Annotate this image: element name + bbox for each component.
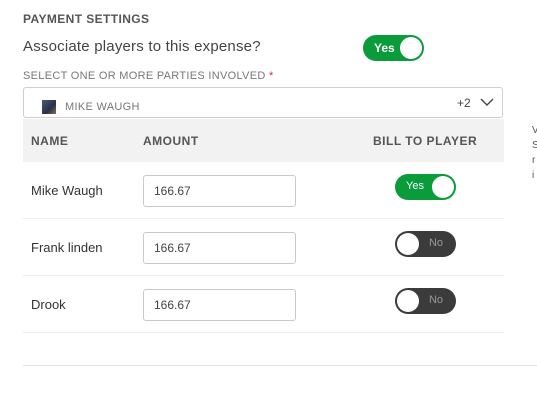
- amount-input[interactable]: [143, 289, 296, 321]
- parties-select[interactable]: MIKE WAUGH +2: [23, 87, 503, 118]
- side-text-fragment: i: [532, 170, 535, 181]
- column-header-name: NAME: [31, 134, 69, 148]
- parties-label: SELECT ONE OR MORE PARTIES INVOLVED *: [23, 70, 274, 82]
- parties-label-text: SELECT ONE OR MORE PARTIES INVOLVED: [23, 70, 266, 82]
- side-text-fragment: V: [532, 125, 537, 136]
- more-parties-count: +2: [457, 96, 471, 110]
- player-name: Mike Waugh: [31, 183, 103, 198]
- table-header: NAME AMOUNT BILL TO PLAYER: [23, 119, 504, 163]
- player-name: Drook: [31, 297, 66, 312]
- bill-to-player-toggle[interactable]: Yes: [395, 174, 456, 200]
- toggle-knob: [400, 37, 422, 59]
- table-row: Frank linden No: [23, 219, 504, 276]
- side-text-fragment: r: [532, 155, 536, 166]
- toggle-knob: [397, 290, 419, 312]
- toggle-knob: [432, 176, 454, 198]
- player-name: Frank linden: [31, 240, 103, 255]
- associate-players-label: Associate players to this expense?: [23, 38, 261, 55]
- amount-input[interactable]: [143, 232, 296, 264]
- bill-toggle-label: No: [428, 237, 443, 249]
- table-row: Mike Waugh Yes: [23, 162, 504, 219]
- bill-to-player-toggle[interactable]: No: [395, 288, 456, 314]
- chevron-down-icon[interactable]: [480, 95, 494, 107]
- required-mark: *: [268, 70, 274, 82]
- column-header-bill: BILL TO PLAYER: [373, 134, 478, 148]
- divider: [23, 365, 537, 366]
- avatar: [42, 100, 56, 114]
- associate-players-toggle[interactable]: Yes: [363, 35, 424, 61]
- side-panel-text: V S r i: [532, 123, 537, 183]
- associate-toggle-label: Yes: [374, 41, 395, 55]
- bill-toggle-label: Yes: [406, 180, 424, 192]
- table-row: Drook No: [23, 276, 504, 333]
- column-header-amount: AMOUNT: [143, 134, 199, 148]
- amount-input[interactable]: [143, 175, 296, 207]
- bill-toggle-label: No: [428, 294, 443, 306]
- selected-party-name: MIKE WAUGH: [65, 101, 140, 113]
- toggle-knob: [397, 233, 419, 255]
- payment-settings-title: PAYMENT SETTINGS: [23, 12, 150, 26]
- bill-to-player-toggle[interactable]: No: [395, 231, 456, 257]
- side-text-fragment: S: [532, 140, 537, 151]
